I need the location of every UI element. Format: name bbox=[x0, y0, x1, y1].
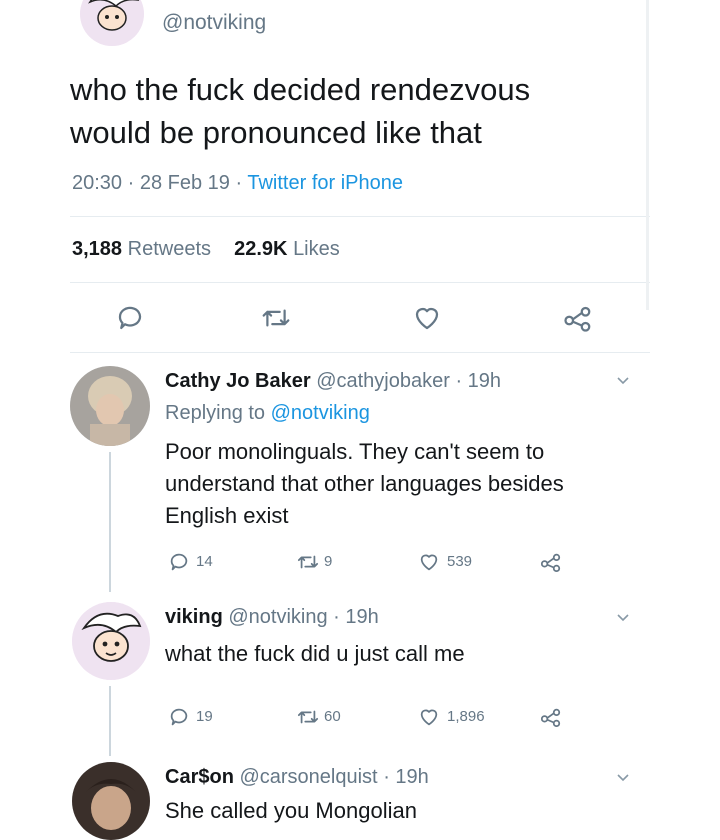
reply-icon[interactable] bbox=[115, 303, 145, 333]
reply-text: Poor monolinguals. They can't seem to un… bbox=[165, 436, 564, 532]
reply-text-line: what the fuck did u just call me bbox=[165, 641, 465, 666]
replying-to: Replying to @notviking bbox=[165, 402, 370, 425]
share-icon[interactable] bbox=[563, 303, 593, 333]
avatar[interactable] bbox=[80, 0, 144, 46]
avatar-image bbox=[70, 366, 150, 446]
likes-label: Likes bbox=[293, 238, 340, 260]
avatar[interactable] bbox=[72, 602, 150, 680]
avatar-image bbox=[80, 0, 144, 46]
avatar-image bbox=[72, 762, 150, 840]
reply-text: She called you Mongolian bbox=[165, 796, 417, 826]
reply-time: · 19h bbox=[455, 370, 502, 392]
tweet-time: 20:30 bbox=[72, 172, 123, 194]
like-icon[interactable] bbox=[418, 551, 440, 573]
like-icon[interactable] bbox=[418, 706, 440, 728]
likes-count: 22.9K bbox=[234, 238, 288, 260]
replying-to-label: Replying to bbox=[165, 402, 266, 424]
retweets-label: Retweets bbox=[127, 238, 211, 260]
reply-icon[interactable] bbox=[168, 706, 190, 728]
divider bbox=[70, 216, 650, 217]
like-icon[interactable] bbox=[412, 303, 442, 333]
avatar[interactable] bbox=[70, 366, 150, 446]
share-icon[interactable] bbox=[540, 551, 562, 573]
retweet-icon[interactable] bbox=[260, 303, 292, 333]
chevron-down-icon[interactable] bbox=[616, 613, 630, 623]
tweet-meta: 20:30 · 28 Feb 19 · Twitter for iPhone bbox=[72, 172, 403, 195]
like-count: 1,896 bbox=[447, 708, 485, 725]
likes-stat[interactable]: 22.9K Likes bbox=[234, 238, 340, 260]
tweet-text-line-1: who the fuck decided rendezvous bbox=[70, 72, 531, 107]
reply-text-line: understand that other languages besides bbox=[165, 471, 564, 496]
reply-count: 19 bbox=[196, 708, 213, 725]
meta-separator: · bbox=[235, 172, 243, 194]
avatar-image bbox=[72, 602, 150, 680]
reply-header: Cathy Jo Baker @cathyjobaker · 19h bbox=[165, 370, 501, 393]
engagement-stats: 3,188 Retweets 22.9K Likes bbox=[72, 238, 340, 261]
scrollbar[interactable] bbox=[646, 0, 649, 310]
retweets-count: 3,188 bbox=[72, 238, 123, 260]
retweet-count: 9 bbox=[324, 553, 333, 570]
reply-text-line: English exist bbox=[165, 503, 289, 528]
author-handle[interactable]: @notviking bbox=[162, 11, 266, 35]
reply-count: 14 bbox=[196, 553, 213, 570]
retweet-icon[interactable] bbox=[296, 706, 320, 728]
share-icon[interactable] bbox=[540, 706, 562, 728]
reply-author-handle[interactable]: @notviking bbox=[228, 606, 327, 628]
reply-time: · 19h bbox=[333, 606, 379, 628]
retweet-icon[interactable] bbox=[296, 551, 320, 573]
tweet-text-line-2: would be pronounced like that bbox=[70, 115, 482, 150]
divider bbox=[70, 282, 650, 283]
chevron-down-icon[interactable] bbox=[616, 376, 630, 386]
reply-text-line: Poor monolinguals. They can't seem to bbox=[165, 439, 545, 464]
reply-author-name[interactable]: Cathy Jo Baker bbox=[165, 370, 311, 392]
thread-connector bbox=[109, 452, 111, 592]
reply-author-name[interactable]: viking bbox=[165, 606, 223, 628]
reply-time: · 19h bbox=[383, 766, 429, 788]
reply-author-handle[interactable]: @carsonelquist bbox=[239, 766, 377, 788]
meta-separator: · bbox=[127, 172, 135, 194]
reply-text: what the fuck did u just call me bbox=[165, 638, 465, 670]
replying-to-link[interactable]: @notviking bbox=[271, 402, 370, 424]
tweet-date: 28 Feb 19 bbox=[139, 172, 230, 194]
thread-connector bbox=[109, 686, 111, 756]
retweets-stat[interactable]: 3,188 Retweets bbox=[72, 238, 217, 260]
reply-icon[interactable] bbox=[168, 551, 190, 573]
reply-author-name[interactable]: Car$on bbox=[165, 766, 234, 788]
reply-header: viking @notviking · 19h bbox=[165, 606, 379, 629]
reply-author-handle[interactable]: @cathyjobaker bbox=[316, 370, 450, 392]
reply-header: Car$on @carsonelquist · 19h bbox=[165, 766, 429, 789]
avatar[interactable] bbox=[72, 762, 150, 840]
tweet-client-link[interactable]: Twitter for iPhone bbox=[247, 172, 403, 194]
chevron-down-icon[interactable] bbox=[616, 773, 630, 783]
divider bbox=[70, 352, 650, 353]
like-count: 539 bbox=[447, 553, 473, 570]
reply-text-line: She called you Mongolian bbox=[165, 798, 417, 823]
retweet-count: 60 bbox=[324, 708, 341, 725]
